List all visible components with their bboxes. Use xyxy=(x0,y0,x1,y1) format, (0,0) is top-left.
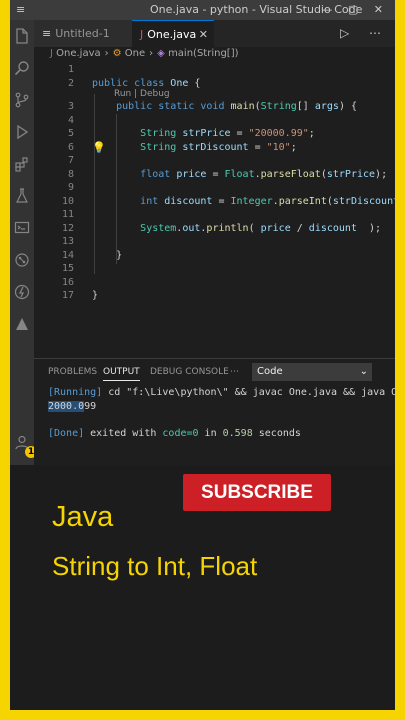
code-line: public static void main(String[] args) { xyxy=(116,101,357,112)
method-icon: ◈ xyxy=(157,48,165,59)
text-file-icon: ≡ xyxy=(42,27,52,40)
menu-icon[interactable]: ≡ xyxy=(16,3,25,16)
video-frame: ≡ One.java - python - Visual Studio Code… xyxy=(10,0,395,710)
line-number: 11 xyxy=(61,209,74,220)
line-number: 7 xyxy=(67,155,74,166)
python-icon[interactable] xyxy=(13,284,31,302)
tab-bar: ≡ Untitled-1 J One.java ✕ ▷ ⋯ xyxy=(34,20,395,47)
line-number: 1 xyxy=(67,64,74,75)
output-line-done: [Done] exited with code=0 in 0.598 secon… xyxy=(48,428,301,439)
output-channel-value: Code xyxy=(257,366,283,377)
result-rest: 99 xyxy=(84,401,97,412)
code-line: float price = Float.parseFloat(strPrice)… xyxy=(140,168,388,180)
tab-actions[interactable]: ▷ ⋯ xyxy=(340,26,389,40)
remote-explorer-icon[interactable] xyxy=(13,220,31,238)
elapsed-time: 0.598 xyxy=(222,428,253,439)
indent-guide xyxy=(94,94,95,274)
panel-tab-output[interactable]: OUTPUT xyxy=(103,367,140,381)
line-number: 17 xyxy=(61,290,74,301)
code-line: String strPrice = "20000.99"; xyxy=(140,128,315,139)
code-line: int discount = Integer.parseInt(strDisco… xyxy=(140,195,395,207)
running-tag: [Running] xyxy=(48,387,103,398)
testing-icon[interactable] xyxy=(13,188,31,206)
line-number: 16 xyxy=(61,276,74,288)
git-graph-icon[interactable] xyxy=(13,252,31,270)
line-number: 13 xyxy=(61,236,74,247)
done-text: exited with xyxy=(84,428,163,439)
activity-bar: 1 xyxy=(10,20,37,465)
chevron-down-icon: ⌄ xyxy=(359,366,368,377)
search-icon[interactable] xyxy=(13,60,31,78)
tab-untitled-1[interactable]: ≡ Untitled-1 xyxy=(34,20,132,47)
codelens-run-debug[interactable]: Run | Debug xyxy=(114,89,170,99)
line-number: 2 xyxy=(67,77,74,89)
selected-result: 2000.0 xyxy=(48,401,85,412)
class-icon: ⚙ xyxy=(112,48,122,59)
code-line: System.out.println( price / discount ); xyxy=(140,222,382,234)
azure-icon[interactable] xyxy=(13,316,31,334)
line-number: 3 xyxy=(67,101,74,112)
breadcrumb-class[interactable]: One xyxy=(125,48,145,59)
source-control-icon[interactable] xyxy=(13,92,31,110)
line-number: 15 xyxy=(61,263,74,274)
title-banner: SUBSCRIBE Java String to Int, Float xyxy=(10,465,395,710)
panel-more-icon[interactable]: ⋯ xyxy=(230,367,239,377)
close-icon[interactable]: ✕ xyxy=(199,21,208,48)
topic-title: String to Int, Float xyxy=(52,551,258,581)
line-number: 14 xyxy=(61,249,74,261)
line-number: 12 xyxy=(61,222,74,234)
tab-label: Untitled-1 xyxy=(55,27,110,40)
java-file-icon: J xyxy=(50,48,53,59)
done-seconds: seconds xyxy=(252,428,301,439)
running-command: cd "f:\Live\python\" && javac One.java &… xyxy=(102,387,395,398)
tab-one-java[interactable]: J One.java ✕ xyxy=(132,20,214,47)
subscribe-button[interactable]: SUBSCRIBE xyxy=(183,474,331,511)
files-icon[interactable] xyxy=(13,28,31,46)
tab-label: One.java xyxy=(147,28,197,41)
code-editor[interactable]: Run | Debug 💡 1 2 3 4 5 6 7 8 9 10 11 12 13 14 15 16 17 … xyxy=(34,62,395,358)
done-tag: [Done] xyxy=(48,428,85,439)
extensions-icon[interactable] xyxy=(13,156,31,174)
window-controls[interactable]: — ▢ ✕ xyxy=(321,3,389,16)
output-line-result: 2000.099 xyxy=(48,401,96,412)
title-bar: ≡ One.java - python - Visual Studio Code… xyxy=(10,0,395,20)
line-number: 10 xyxy=(61,195,74,207)
line-number: 8 xyxy=(67,168,74,180)
bottom-panel: PROBLEMS OUTPUT DEBUG CONSOLE ⋯ Code ⌄ [… xyxy=(34,358,395,466)
code-line: } xyxy=(92,290,99,301)
breadcrumb-method[interactable]: main(String[]) xyxy=(168,48,238,59)
language-title: Java xyxy=(52,501,114,533)
output-channel-select[interactable]: Code ⌄ xyxy=(252,363,372,381)
line-number: 9 xyxy=(67,182,74,193)
panel-tab-problems[interactable]: PROBLEMS xyxy=(48,367,97,377)
panel-tab-debug-console[interactable]: DEBUG CONSOLE xyxy=(150,367,229,377)
output-line-running: [Running] cd "f:\Live\python\" && javac … xyxy=(48,387,395,398)
breadcrumb-file[interactable]: One.java xyxy=(56,48,101,59)
code-line: public class One { xyxy=(92,77,201,89)
run-debug-icon[interactable] xyxy=(13,124,31,142)
code-line: } xyxy=(92,249,123,261)
line-number: 4 xyxy=(67,114,74,126)
line-number: 5 xyxy=(67,128,74,139)
line-number: 6 xyxy=(67,141,74,153)
java-file-icon: J xyxy=(140,28,144,41)
exit-code: code=0 xyxy=(162,428,199,439)
code-line: String strDiscount = "10"; xyxy=(140,141,297,153)
done-in: in xyxy=(198,428,223,439)
